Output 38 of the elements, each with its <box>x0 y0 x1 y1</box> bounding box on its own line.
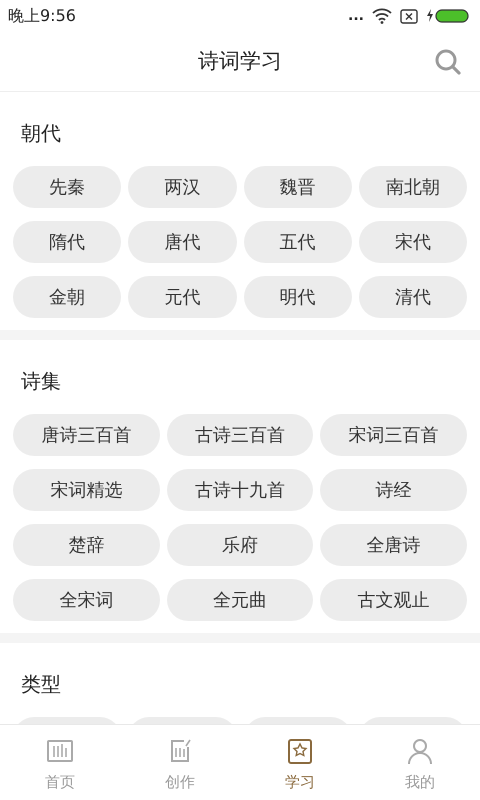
tag-chip[interactable]: 金朝 <box>13 276 122 318</box>
tag-chip[interactable]: 唐代 <box>128 221 236 263</box>
sim-icon <box>400 8 418 24</box>
section-title: 朝代 <box>20 120 62 147</box>
section-title: 类型 <box>20 671 62 698</box>
tag-chip[interactable]: 全宋词 <box>13 579 160 621</box>
tab-button[interactable]: 学习 <box>240 725 360 800</box>
star-badge-icon <box>286 737 314 765</box>
tag-chip[interactable]: 南北朝 <box>358 166 467 208</box>
tag-chip[interactable]: 宋代 <box>358 221 467 263</box>
tag-chip[interactable]: 先秦 <box>13 166 122 208</box>
status-time: 晚上9:56 <box>8 5 76 27</box>
tag-chip[interactable]: 元代 <box>128 276 236 318</box>
tag-chip[interactable]: 宋词三百首 <box>320 414 467 456</box>
person-icon <box>406 737 434 765</box>
tag-chip[interactable]: 明代 <box>244 276 352 318</box>
tag-chip[interactable]: 宋词精选 <box>13 469 160 511</box>
section-title: 诗集 <box>20 368 62 395</box>
page-title: 诗词学习 <box>198 48 282 75</box>
tag-chip[interactable]: 两汉 <box>128 166 236 208</box>
tag-chip[interactable]: 隋代 <box>13 221 122 263</box>
book-icon <box>46 737 74 765</box>
tag-chip[interactable]: 魏晋 <box>244 166 352 208</box>
tag-chip[interactable]: 诗经 <box>320 469 467 511</box>
tag-chip[interactable]: 楚辞 <box>13 524 160 566</box>
tag-chip[interactable]: 乐府 <box>166 524 314 566</box>
wifi-icon <box>372 8 392 24</box>
search-icon[interactable] <box>434 48 462 76</box>
tag-chip[interactable]: 古诗十九首 <box>166 469 314 511</box>
battery-icon <box>426 8 470 24</box>
tag-chip[interactable]: 唐诗三百首 <box>13 414 160 456</box>
status-dots: ... <box>348 6 364 26</box>
tag-chip[interactable]: 全元曲 <box>166 579 314 621</box>
tag-chip[interactable]: 五代 <box>244 221 352 263</box>
tag-chip[interactable]: 古诗三百首 <box>166 414 314 456</box>
tag-chip[interactable]: 古文观止 <box>320 579 467 621</box>
tag-chip[interactable]: 全唐诗 <box>320 524 467 566</box>
tag-chip[interactable]: 清代 <box>358 276 467 318</box>
